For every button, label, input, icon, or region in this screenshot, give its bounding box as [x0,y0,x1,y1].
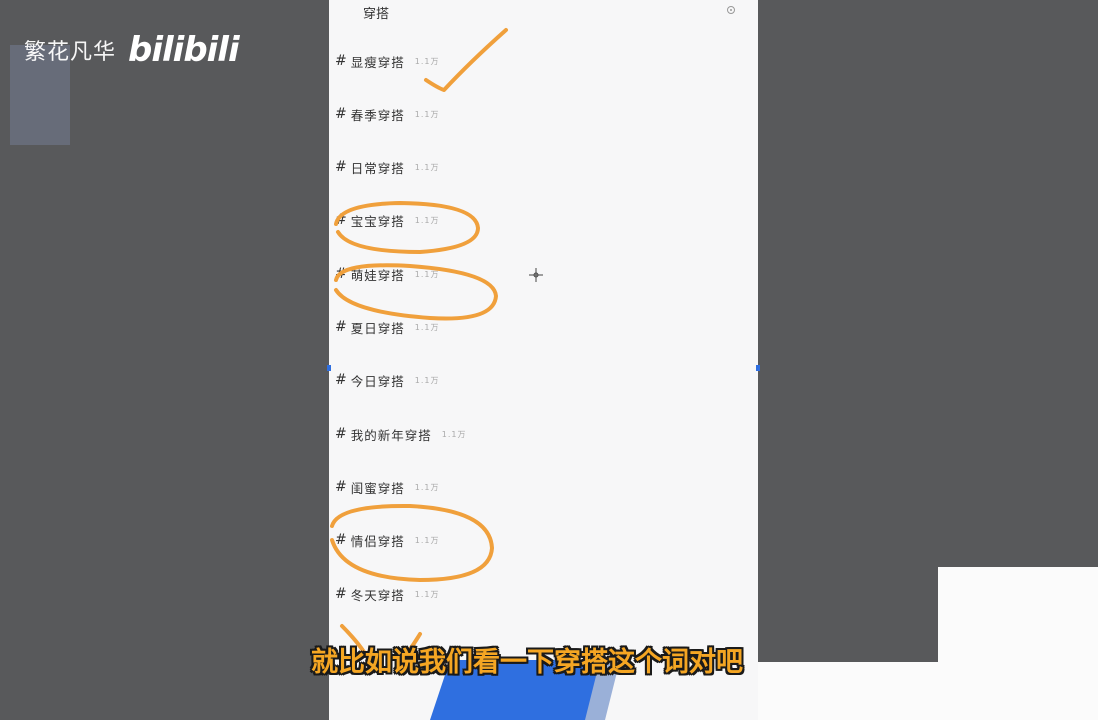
hash-icon: # [335,212,347,228]
tag-count: 1.1万 [414,109,440,119]
tag-name: 日常穿搭 [350,160,405,176]
desktop-strip [758,662,1098,720]
selection-handle [327,365,331,371]
hash-icon: # [335,372,347,388]
tag-name: 显瘦穿搭 [350,54,405,70]
hash-icon: # [335,479,347,495]
tag-row[interactable]: # 宝宝穿搭 1.1万 [335,210,439,230]
tag-row[interactable]: # 我的新年穿搭 1.1万 [335,424,466,444]
tag-count: 1.1万 [414,322,440,332]
tag-row[interactable]: # 日常穿搭 1.1万 [335,157,439,177]
watermark-author: 繁花凡华 [24,40,117,65]
tag-count: 1.1万 [441,429,467,439]
tag-row[interactable]: # 闺蜜穿搭 1.1万 [335,477,439,497]
tag-row[interactable]: # 冬天穿搭 1.1万 [335,584,439,604]
tag-count: 1.1万 [414,215,440,225]
tag-row[interactable]: # 情侣穿搭 1.1万 [335,530,439,550]
tag-count: 1.1万 [414,375,440,385]
tag-name: 我的新年穿搭 [350,427,432,443]
page-title: 穿搭 [363,7,390,22]
tag-count: 1.1万 [414,589,440,599]
hash-icon: # [335,106,347,122]
tag-name: 宝宝穿搭 [350,213,405,229]
hash-icon: # [335,159,347,175]
watermark: 繁花凡华 bilibili [24,30,240,70]
tag-name: 夏日穿搭 [350,320,405,336]
tag-row[interactable]: # 今日穿搭 1.1万 [335,370,439,390]
tag-row[interactable]: # 春季穿搭 1.1万 [335,104,439,124]
video-subtitle: 就比如说我们看一下穿搭这个词对吧 [311,647,743,678]
hash-icon: # [335,266,347,282]
tag-count: 1.1万 [414,482,440,492]
hash-icon: # [335,586,347,602]
tag-count: 1.1万 [414,56,440,66]
tag-name: 情侣穿搭 [350,533,405,549]
tag-count: 1.1万 [414,269,440,279]
phone-header: 穿搭 [329,0,758,22]
hash-icon: # [335,532,347,548]
selection-handle [756,365,760,371]
settings-icon[interactable] [726,5,736,15]
tag-name: 冬天穿搭 [350,587,405,603]
bilibili-logo: bilibili [128,30,240,70]
hash-icon: # [335,319,347,335]
crosshair-cursor-icon [529,268,543,282]
phone-screen: 穿搭 # 显瘦穿搭 1.1万 # 春季穿搭 1.1万 # 日常穿搭 1.1万 #… [329,0,758,720]
tag-count: 1.1万 [414,162,440,172]
tag-row[interactable]: # 显瘦穿搭 1.1万 [335,51,439,71]
tag-row[interactable]: # 夏日穿搭 1.1万 [335,317,439,337]
tag-name: 春季穿搭 [350,107,405,123]
tag-name: 萌娃穿搭 [350,267,405,283]
hash-icon: # [335,426,347,442]
hash-icon: # [335,53,347,69]
tag-row[interactable]: # 萌娃穿搭 1.1万 [335,264,439,284]
tag-name: 闺蜜穿搭 [350,480,405,496]
tag-count: 1.1万 [414,535,440,545]
tag-name: 今日穿搭 [350,373,405,389]
